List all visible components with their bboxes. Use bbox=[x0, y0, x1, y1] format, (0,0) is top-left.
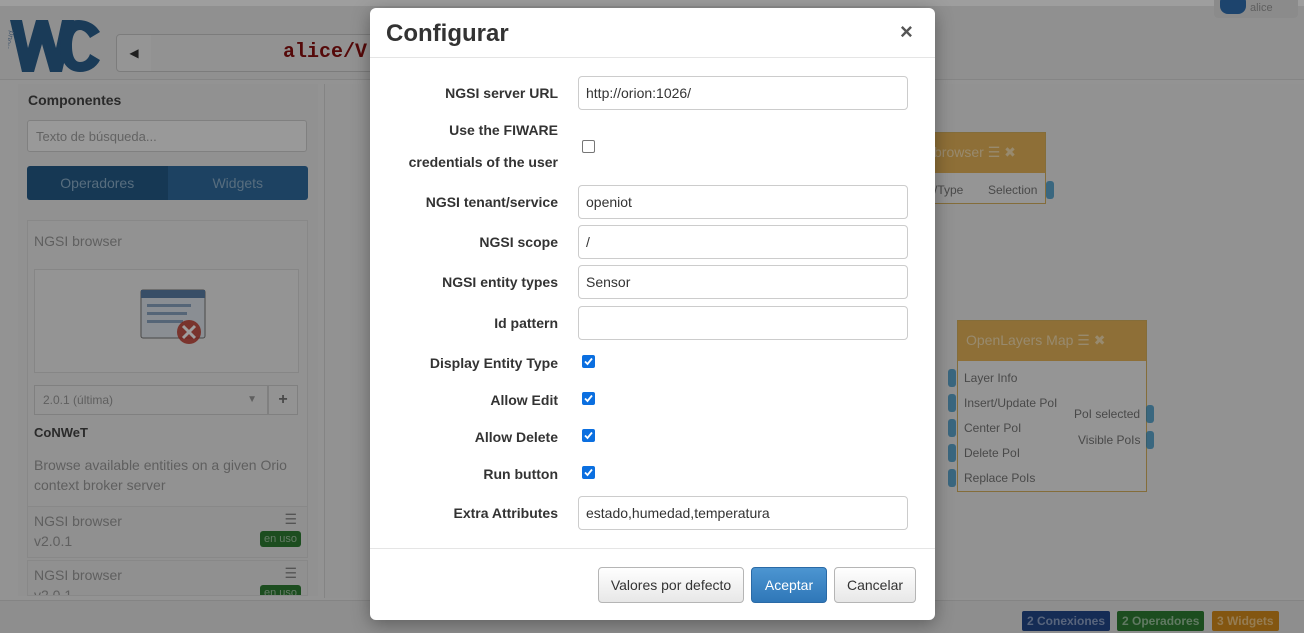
entity-types-label: NGSI entity types bbox=[442, 274, 558, 290]
allow-delete-checkbox[interactable] bbox=[582, 429, 595, 442]
field-row-entity-types: NGSI entity types bbox=[370, 264, 935, 300]
tenant-input[interactable] bbox=[578, 185, 908, 219]
field-row-allow-edit: Allow Edit bbox=[370, 390, 935, 416]
server-url-label: NGSI server URL bbox=[445, 85, 558, 101]
tenant-label: NGSI tenant/service bbox=[425, 194, 558, 210]
id-pattern-label: Id pattern bbox=[494, 315, 558, 331]
dialog-header: Configurar × bbox=[370, 8, 935, 58]
display-type-label: Display Entity Type bbox=[429, 355, 558, 371]
field-row-scope: NGSI scope bbox=[370, 224, 935, 260]
accept-button[interactable]: Aceptar bbox=[751, 567, 827, 603]
configure-dialog: Configurar × NGSI server URL Use the FIW… bbox=[370, 8, 935, 620]
id-pattern-input[interactable] bbox=[578, 306, 908, 340]
run-button-label: Run button bbox=[483, 466, 558, 482]
allow-edit-checkbox[interactable] bbox=[582, 392, 595, 405]
allow-delete-label: Allow Delete bbox=[474, 429, 558, 445]
dialog-footer: Valores por defecto Aceptar Cancelar bbox=[370, 548, 935, 620]
use-credentials-checkbox[interactable] bbox=[582, 140, 595, 153]
use-credentials-label-line1: Use the FIWARE bbox=[449, 122, 558, 138]
field-row-id-pattern: Id pattern bbox=[370, 305, 935, 341]
run-button-checkbox[interactable] bbox=[582, 466, 595, 479]
extra-attributes-label: Extra Attributes bbox=[453, 505, 558, 521]
defaults-button[interactable]: Valores por defecto bbox=[598, 567, 744, 603]
scope-input[interactable] bbox=[578, 225, 908, 259]
field-row-display-type: Display Entity Type bbox=[370, 353, 935, 379]
field-row-tenant: NGSI tenant/service bbox=[370, 184, 935, 220]
allow-edit-label: Allow Edit bbox=[490, 392, 558, 408]
display-type-checkbox[interactable] bbox=[582, 355, 595, 368]
scope-label: NGSI scope bbox=[479, 234, 558, 250]
field-row-extra-attributes: Extra Attributes bbox=[370, 495, 935, 531]
field-row-allow-delete: Allow Delete bbox=[370, 427, 935, 453]
extra-attributes-input[interactable] bbox=[578, 496, 908, 530]
use-credentials-label-line2: credentials of the user bbox=[408, 154, 558, 170]
entity-types-input[interactable] bbox=[578, 265, 908, 299]
cancel-button[interactable]: Cancelar bbox=[834, 567, 916, 603]
field-row-run-button: Run button bbox=[370, 464, 935, 490]
close-icon[interactable]: × bbox=[900, 21, 913, 43]
field-row-server-url: NGSI server URL bbox=[370, 75, 935, 111]
field-row-use-credentials: Use the FIWARE credentials of the user bbox=[370, 118, 935, 174]
dialog-title: Configurar bbox=[386, 20, 509, 47]
server-url-input[interactable] bbox=[578, 76, 908, 110]
